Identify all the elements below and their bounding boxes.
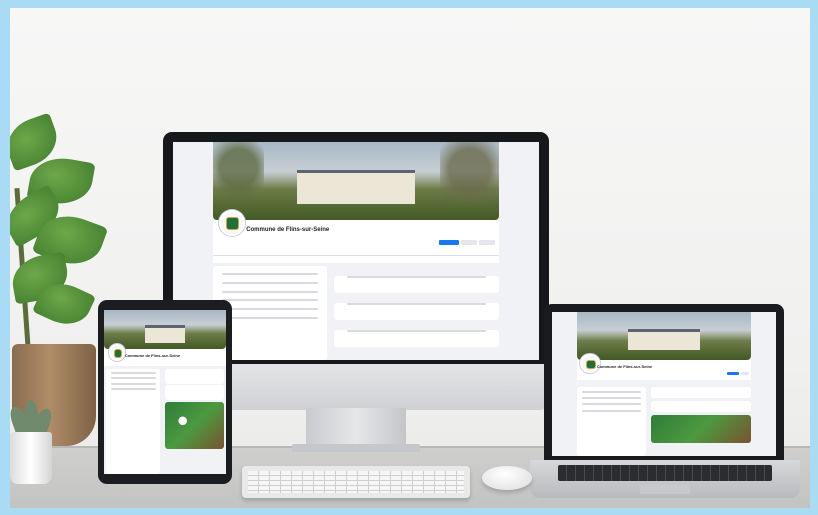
page-name: Commune de Flins-sur-Seine xyxy=(246,227,330,234)
sports-photo xyxy=(165,401,224,450)
page-actions xyxy=(439,240,496,246)
mockup-scene: Commune de Flins-sur-Seine Commune de Fl… xyxy=(10,8,810,508)
post-composer xyxy=(334,276,499,293)
feed-card xyxy=(650,400,752,412)
page-header xyxy=(576,359,752,380)
page-logo xyxy=(108,344,126,361)
more-action-button[interactable] xyxy=(479,240,496,246)
feed-card xyxy=(334,329,499,347)
page-header xyxy=(213,220,499,256)
succulent-pot xyxy=(10,432,52,484)
intro-card xyxy=(576,386,647,456)
facebook-page-screen: Commune de Flins-sur-Seine xyxy=(104,310,226,474)
facebook-page-screen: Commune de Flins-sur-Seine xyxy=(552,312,776,456)
tablet: Commune de Flins-sur-Seine xyxy=(98,300,232,484)
cover-tree-right xyxy=(440,142,499,212)
keyboard xyxy=(242,466,470,498)
intro-card xyxy=(106,369,161,474)
laptop-trackpad xyxy=(640,484,690,494)
primary-action-button[interactable] xyxy=(439,240,460,246)
sports-photo xyxy=(650,415,752,443)
page-actions xyxy=(727,372,750,376)
feed-card xyxy=(650,386,752,398)
laptop-screen: Commune de Flins-sur-Seine xyxy=(544,304,784,462)
desktop-monitor-base xyxy=(292,444,420,452)
primary-action-button[interactable] xyxy=(727,372,740,376)
cover-castle xyxy=(297,170,415,204)
feed-card xyxy=(334,302,499,320)
feed-column xyxy=(334,266,499,360)
page-name: Commune de Flins-sur-Seine xyxy=(596,363,653,369)
page-logo xyxy=(218,209,245,236)
keyboard-keys xyxy=(248,471,464,493)
secondary-action-button[interactable] xyxy=(461,240,478,246)
cover-tree-left xyxy=(213,142,265,208)
secondary-action-button[interactable] xyxy=(741,372,750,376)
feed-card xyxy=(165,369,224,384)
laptop-keyboard xyxy=(558,465,772,481)
feed-column xyxy=(165,369,224,474)
cover-castle xyxy=(628,329,700,350)
mouse xyxy=(482,466,532,490)
page-tabs xyxy=(213,255,499,263)
cover-castle xyxy=(145,324,185,343)
page-name: Commune de Flins-sur-Seine xyxy=(124,352,181,358)
feed-column xyxy=(650,386,752,456)
feed-card xyxy=(165,385,224,401)
desktop-monitor-stand xyxy=(306,408,406,448)
